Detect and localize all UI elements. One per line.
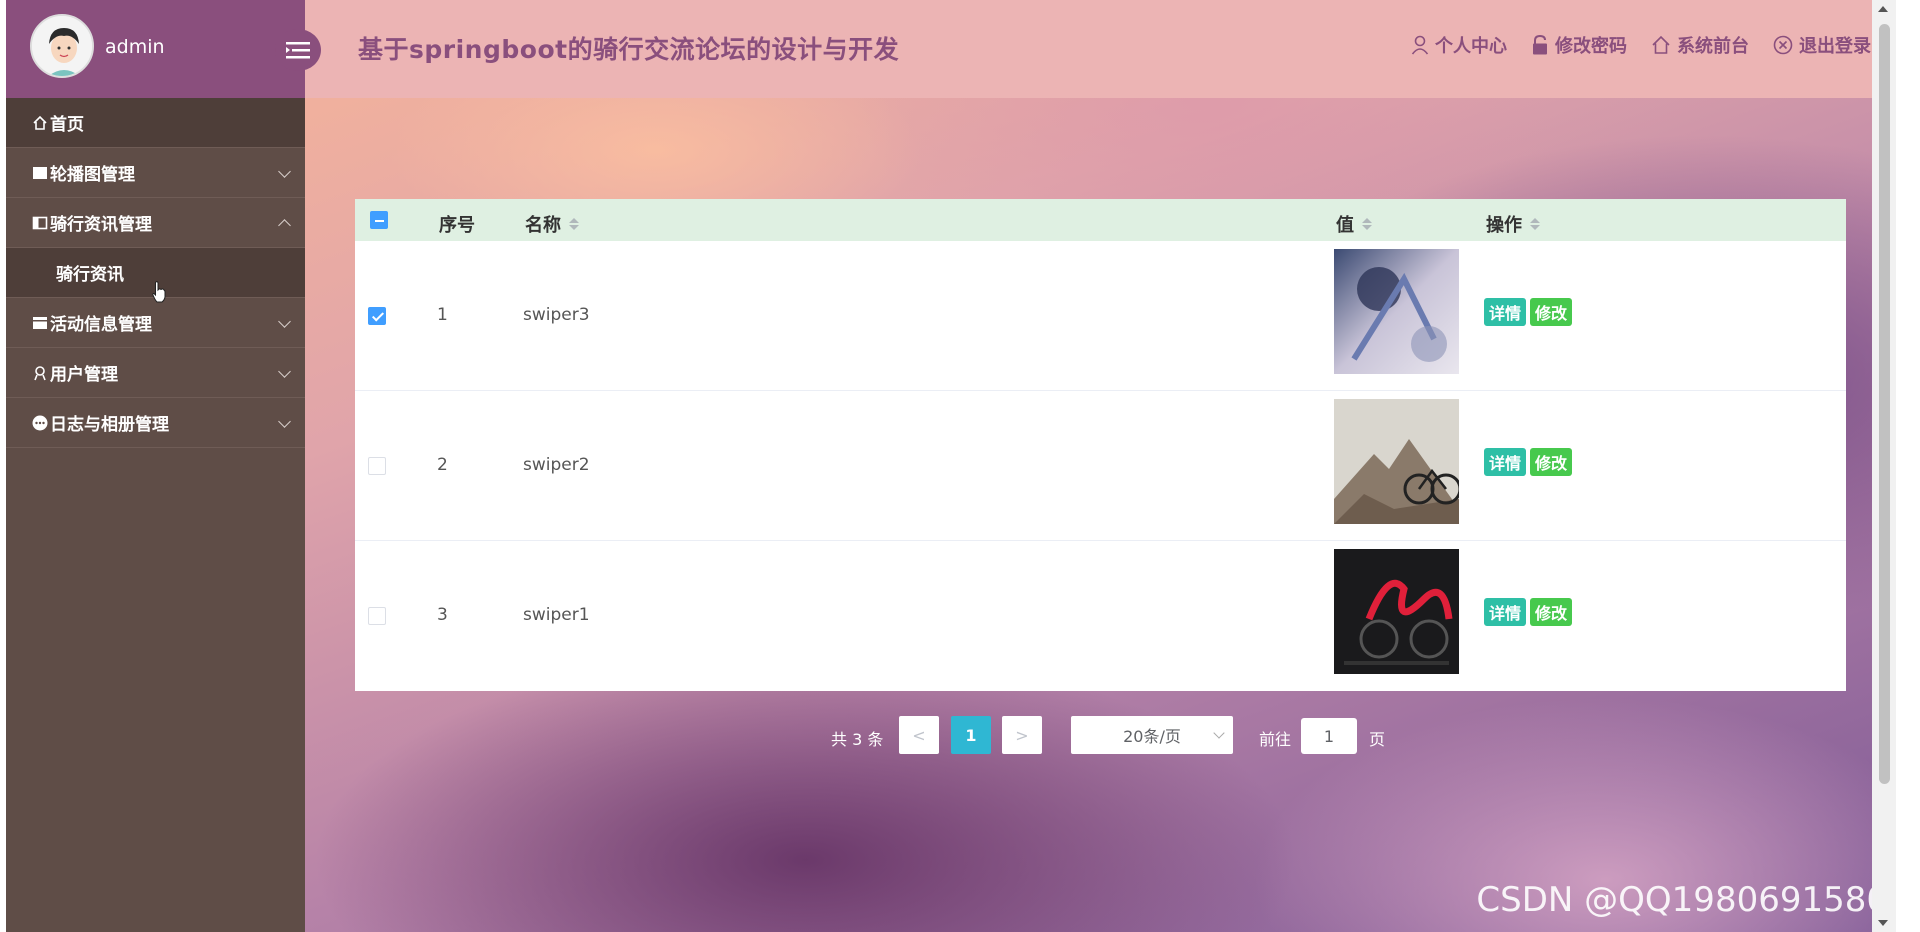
change-password-link[interactable]: 修改密码 (1531, 32, 1627, 58)
sidebar-item-swiper[interactable]: 轮播图管理 (6, 148, 305, 198)
table-row: 2 swiper2 详情 修改 (355, 391, 1846, 541)
sidebar-item-label: 用户管理 (50, 365, 118, 385)
main-content: 基于springboot的骑行交流论坛的设计与开发 个人中心 修改密码 系统前台… (305, 0, 1896, 932)
swiper-thumbnail[interactable] (1334, 249, 1459, 374)
sidebar-item-news[interactable]: 骑行资讯管理 (6, 198, 305, 248)
row-index: 2 (437, 455, 448, 475)
total-count: 共 3 条 (831, 730, 884, 749)
goto-label: 前往 (1259, 730, 1292, 749)
edit-button[interactable]: 修改 (1530, 598, 1573, 626)
sort-icon[interactable] (569, 218, 579, 230)
pagination: 共 3 条 < 1 > 20条/页 前往 页 (305, 716, 1896, 756)
chevron-down-icon (278, 165, 291, 178)
avatar[interactable] (30, 14, 94, 78)
top-bar: 基于springboot的骑行交流论坛的设计与开发 个人中心 修改密码 系统前台… (305, 0, 1896, 98)
edit-button[interactable]: 修改 (1530, 298, 1573, 326)
image-icon (31, 164, 49, 182)
sidebar-subitem-label: 骑行资讯 (56, 265, 124, 285)
swiper-thumbnail[interactable] (1334, 399, 1459, 524)
page-size-select[interactable]: 20条/页 (1071, 716, 1233, 754)
chevron-down-icon (278, 415, 291, 428)
home-icon (1652, 35, 1670, 54)
sort-icon[interactable] (1530, 218, 1540, 230)
scroll-down-arrow-icon[interactable] (1878, 920, 1888, 926)
profile-link-label: 个人中心 (1435, 36, 1507, 57)
sidebar-item-label: 首页 (50, 115, 84, 135)
table-header: 序号 名称 值 操作 (355, 199, 1846, 241)
detail-button[interactable]: 详情 (1484, 598, 1527, 626)
swiper-thumbnail[interactable] (1334, 549, 1459, 674)
close-circle-icon (1773, 35, 1793, 55)
row-name: swiper3 (523, 305, 590, 325)
home-icon (31, 114, 49, 132)
page-button-1[interactable]: 1 (951, 716, 991, 754)
frontend-link[interactable]: 系统前台 (1651, 32, 1749, 58)
page-size-value: 20条/页 (1123, 727, 1181, 746)
sidebar-item-home[interactable]: 首页 (6, 98, 305, 148)
detail-button[interactable]: 详情 (1484, 448, 1527, 476)
chevron-down-icon (278, 365, 291, 378)
chevron-up-icon (278, 219, 291, 232)
table-row: 1 swiper3 详情 修改 (355, 241, 1846, 391)
news-icon (31, 214, 49, 232)
chevron-down-icon (1213, 727, 1225, 739)
sidebar-item-label: 轮播图管理 (50, 165, 135, 185)
prev-page-button[interactable]: < (899, 716, 939, 754)
user-icon (1411, 35, 1429, 55)
sidebar-item-activity[interactable]: 活动信息管理 (6, 298, 305, 348)
row-checkbox[interactable] (368, 607, 386, 625)
logout-link[interactable]: 退出登录 (1773, 32, 1871, 58)
user-icon (31, 364, 49, 382)
collapse-sidebar-button[interactable] (275, 29, 321, 71)
app-frame: admin 首页 轮播图管理 骑行资讯管理 骑行资讯 活动信息管理 用户管理 日… (6, 0, 1896, 932)
sidebar-menu: 首页 轮播图管理 骑行资讯管理 骑行资讯 活动信息管理 用户管理 日志与相册管理 (6, 98, 305, 448)
table-row: 3 swiper1 详情 修改 (355, 541, 1846, 691)
calendar-icon (31, 314, 49, 332)
lock-icon (1533, 35, 1547, 55)
row-name: swiper1 (523, 605, 590, 625)
row-name: swiper2 (523, 455, 590, 475)
row-index: 1 (437, 305, 448, 325)
sidebar-item-logs[interactable]: 日志与相册管理 (6, 398, 305, 448)
column-header-index: 序号 (439, 215, 475, 236)
column-header-actions[interactable]: 操作 (1486, 211, 1540, 237)
row-checkbox[interactable] (368, 457, 386, 475)
edit-button[interactable]: 修改 (1530, 448, 1573, 476)
sidebar-item-users[interactable]: 用户管理 (6, 348, 305, 398)
top-nav: 个人中心 修改密码 系统前台 退出登录 (1411, 32, 1871, 58)
frontend-link-label: 系统前台 (1677, 36, 1749, 57)
scroll-thumb[interactable] (1879, 24, 1890, 784)
hand-cursor-icon (152, 281, 166, 303)
chevron-down-icon (278, 315, 291, 328)
sidebar-item-label: 活动信息管理 (50, 315, 152, 335)
menu-fold-icon (286, 42, 310, 59)
sidebar-item-label: 日志与相册管理 (50, 415, 169, 435)
watermark: CSDN @QQ1980691580 (1476, 880, 1888, 920)
data-table: 序号 名称 值 操作 1 swiper3 详情 修改 2 swiper2 详情 … (355, 199, 1846, 691)
sidebar: admin 首页 轮播图管理 骑行资讯管理 骑行资讯 活动信息管理 用户管理 日… (6, 0, 321, 932)
row-index: 3 (437, 605, 448, 625)
page-title: 基于springboot的骑行交流论坛的设计与开发 (358, 35, 900, 64)
select-all-checkbox[interactable] (370, 211, 388, 229)
detail-button[interactable]: 详情 (1484, 298, 1527, 326)
more-icon (31, 414, 49, 432)
goto-page-input[interactable] (1301, 718, 1357, 754)
username: admin (105, 36, 165, 58)
column-header-name[interactable]: 名称 (525, 211, 579, 237)
row-checkbox[interactable] (368, 307, 386, 325)
profile-link[interactable]: 个人中心 (1411, 32, 1507, 58)
sidebar-header: admin (6, 0, 305, 98)
next-page-button[interactable]: > (1002, 716, 1042, 754)
change-password-label: 修改密码 (1555, 36, 1627, 57)
logout-link-label: 退出登录 (1799, 36, 1871, 57)
page-suffix-label: 页 (1369, 730, 1386, 749)
sidebar-item-label: 骑行资讯管理 (50, 215, 152, 235)
scroll-up-arrow-icon[interactable] (1878, 6, 1888, 12)
page-scrollbar[interactable] (1872, 0, 1896, 932)
sort-icon[interactable] (1362, 218, 1372, 230)
column-header-value[interactable]: 值 (1336, 211, 1372, 237)
